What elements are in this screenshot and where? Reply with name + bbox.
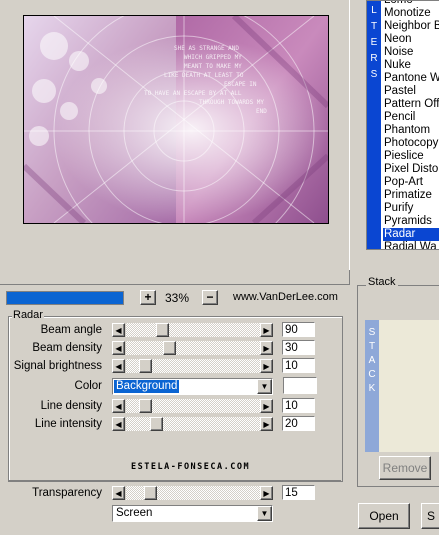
slider-left-arrow-icon[interactable]: ◀ bbox=[112, 417, 125, 431]
color-dropdown[interactable]: Background ▼ bbox=[112, 378, 273, 395]
slider-right-arrow-icon[interactable]: ▶ bbox=[260, 399, 273, 413]
filter-list[interactable]: LTERS Lomo Monotize Neighbor B Neon Noise Nuk… bbox=[366, 0, 439, 250]
save-button[interactable]: S bbox=[421, 503, 439, 529]
preview-text-line: ESCAPE IN bbox=[224, 81, 257, 88]
preview-text-line: SHE AS STRANGE AND bbox=[174, 45, 239, 52]
filter-list-item[interactable]: Primatize bbox=[383, 189, 439, 202]
beam-density-slider[interactable]: ◀ ▶ bbox=[112, 341, 274, 355]
filter-list-item[interactable]: Neighbor B bbox=[383, 20, 439, 33]
slider-thumb[interactable] bbox=[150, 417, 163, 431]
filters-tab[interactable]: LTERS bbox=[367, 1, 381, 249]
blend-mode-dropdown[interactable]: Screen ▼ bbox=[112, 505, 273, 522]
remove-button[interactable]: Remove bbox=[379, 456, 431, 480]
stack-tab[interactable]: STACK bbox=[365, 320, 379, 452]
slider-left-arrow-icon[interactable]: ◀ bbox=[112, 323, 125, 337]
chevron-down-icon[interactable]: ▼ bbox=[257, 379, 272, 394]
zoom-level: 33% bbox=[165, 291, 190, 305]
slider-right-arrow-icon[interactable]: ▶ bbox=[260, 323, 273, 337]
line-density-label: Line density bbox=[40, 400, 102, 412]
filter-list-item[interactable]: Photocopy bbox=[383, 137, 439, 150]
preview-text-line: LIKE DEATH AT LEAST TO bbox=[164, 72, 244, 79]
preview-text-line: MEANT TO MAKE MY bbox=[184, 63, 242, 70]
slider-thumb[interactable] bbox=[139, 399, 152, 413]
slider-right-arrow-icon[interactable]: ▶ bbox=[260, 359, 273, 373]
filter-list-item[interactable]: Lomo bbox=[383, 1, 439, 7]
filters-tab-label: LTERS bbox=[370, 5, 378, 80]
transparency-label: Transparency bbox=[32, 487, 102, 499]
filter-list-item[interactable]: Nuke bbox=[383, 59, 439, 72]
slider-track[interactable] bbox=[126, 323, 260, 337]
website-link[interactable]: www.VanDerLee.com bbox=[233, 291, 338, 303]
filter-list-item[interactable]: Pantone W bbox=[383, 72, 439, 85]
slider-left-arrow-icon[interactable]: ◀ bbox=[112, 399, 125, 413]
slider-thumb[interactable] bbox=[144, 486, 157, 500]
preview-image[interactable]: SHE AS STRANGE AND WHICH GRIPPED MY MEAN… bbox=[23, 15, 329, 224]
filter-list-item[interactable]: Neon bbox=[383, 33, 439, 46]
progress-fill bbox=[7, 292, 123, 304]
filter-list-item[interactable]: Pixel Distort bbox=[383, 163, 439, 176]
filter-list-item[interactable]: Radar bbox=[383, 228, 439, 241]
blend-mode-value: Screen bbox=[116, 507, 153, 519]
credit-text: ESTELA-FONSECA.COM bbox=[131, 462, 251, 472]
radar-group-title: Radar bbox=[12, 309, 44, 321]
open-button[interactable]: Open bbox=[358, 503, 410, 529]
preview-text-line: WHICH GRIPPED MY bbox=[184, 54, 242, 61]
color-label: Color bbox=[74, 380, 102, 392]
signal-brightness-slider[interactable]: ◀ ▶ bbox=[112, 359, 274, 373]
filter-list-item[interactable]: Phantom bbox=[383, 124, 439, 137]
line-density-input[interactable]: 10 bbox=[282, 398, 315, 413]
slider-left-arrow-icon[interactable]: ◀ bbox=[112, 341, 125, 355]
preview-text-line: TO HAVE AN ESCAPE BY AT ALL bbox=[144, 90, 242, 97]
color-swatch[interactable] bbox=[283, 377, 317, 394]
slider-left-arrow-icon[interactable]: ◀ bbox=[112, 359, 125, 373]
filter-list-item[interactable]: Purify bbox=[383, 202, 439, 215]
beam-angle-slider[interactable]: ◀ ▶ bbox=[112, 323, 274, 337]
color-dropdown-value: Background bbox=[114, 380, 180, 393]
filter-list-item[interactable]: Pieslice bbox=[383, 150, 439, 163]
beam-angle-label: Beam angle bbox=[40, 324, 102, 336]
zoom-out-button[interactable]: − bbox=[202, 290, 218, 305]
filter-list-item[interactable]: Pencil bbox=[383, 111, 439, 124]
beam-density-input[interactable]: 30 bbox=[282, 340, 315, 355]
filter-list-item[interactable]: Pyramids bbox=[383, 215, 439, 228]
slider-left-arrow-icon[interactable]: ◀ bbox=[112, 486, 125, 500]
slider-thumb[interactable] bbox=[163, 341, 176, 355]
line-intensity-label: Line intensity bbox=[34, 418, 102, 430]
beam-density-label: Beam density bbox=[32, 342, 102, 354]
zoom-in-button[interactable]: + bbox=[140, 290, 156, 305]
line-intensity-input[interactable]: 20 bbox=[282, 416, 315, 431]
filter-list-item[interactable]: Pattern Offs bbox=[383, 98, 439, 111]
preview-text-line: END bbox=[256, 108, 267, 115]
signal-brightness-label: Signal brightness bbox=[13, 360, 102, 372]
slider-right-arrow-icon[interactable]: ▶ bbox=[260, 341, 273, 355]
slider-thumb[interactable] bbox=[156, 323, 169, 337]
filter-items: Lomo Monotize Neighbor B Neon Noise Nuke Panto… bbox=[383, 1, 439, 249]
slider-right-arrow-icon[interactable]: ▶ bbox=[260, 486, 273, 500]
filter-list-item[interactable]: Pop-Art bbox=[383, 176, 439, 189]
transparency-input[interactable]: 15 bbox=[282, 485, 315, 500]
slider-track[interactable] bbox=[126, 341, 260, 355]
slider-thumb[interactable] bbox=[139, 359, 152, 373]
slider-right-arrow-icon[interactable]: ▶ bbox=[260, 417, 273, 431]
beam-angle-input[interactable]: 90 bbox=[282, 322, 315, 337]
transparency-slider[interactable]: ◀ ▶ bbox=[112, 486, 274, 500]
progress-bar bbox=[6, 291, 124, 305]
stack-tab-label: STACK bbox=[368, 327, 376, 394]
signal-brightness-input[interactable]: 10 bbox=[282, 358, 315, 373]
line-density-slider[interactable]: ◀ ▶ bbox=[112, 399, 274, 413]
stack-title: Stack bbox=[366, 276, 398, 288]
filter-list-item[interactable]: Monotize bbox=[383, 7, 439, 20]
chevron-down-icon[interactable]: ▼ bbox=[257, 506, 272, 521]
filter-list-item[interactable]: Noise bbox=[383, 46, 439, 59]
divider bbox=[8, 480, 341, 481]
filter-list-item[interactable]: Pastel bbox=[383, 85, 439, 98]
preview-text-line: THROUGH TOWARDS MY bbox=[199, 99, 264, 106]
line-intensity-slider[interactable]: ◀ ▶ bbox=[112, 417, 274, 431]
stack-list[interactable] bbox=[379, 320, 439, 452]
filter-list-item[interactable]: Radial Wa bbox=[383, 241, 439, 249]
slider-track[interactable] bbox=[126, 417, 260, 431]
